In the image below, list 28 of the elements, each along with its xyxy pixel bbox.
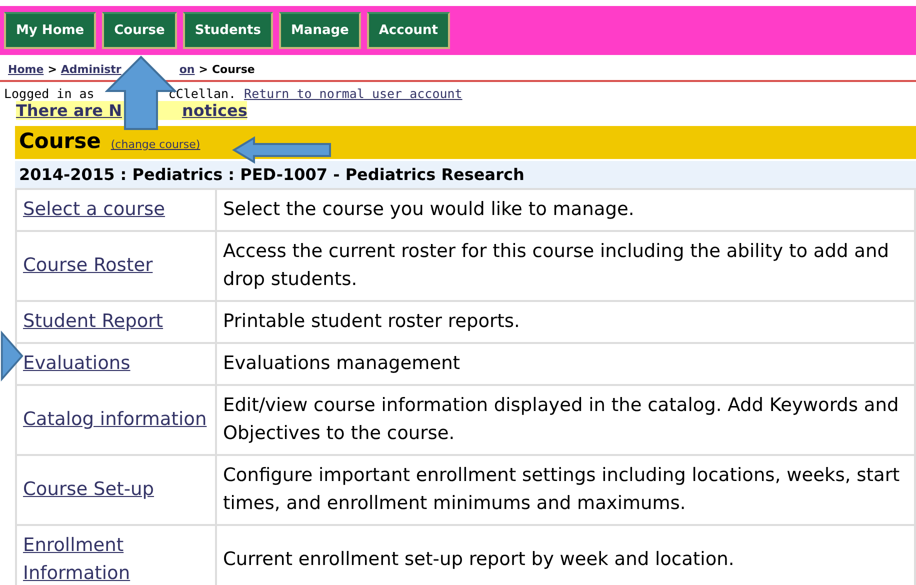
right-arrow-icon — [0, 330, 24, 382]
change-course-link[interactable]: (change course) — [110, 138, 200, 151]
description-text: Configure important enrollment settings including locations, weeks, start times, and enrollment minimums and maximums. — [223, 465, 900, 514]
nav-tab[interactable]: Course — [102, 12, 177, 49]
description-text: Printable student roster reports. — [223, 311, 520, 332]
description-text: Edit/view course information displayed in the catalog. Add Keywords and Objectives to the course. — [223, 395, 899, 444]
breadcrumb-link[interactable]: Home — [8, 63, 44, 76]
login-name: cClellan. — [168, 86, 236, 101]
course-title: Course — [19, 129, 101, 153]
nav-tab[interactable]: Manage — [279, 12, 361, 49]
nav-tab[interactable]: Account — [366, 12, 450, 49]
description-text: Select the course you would like to manage. — [223, 199, 634, 220]
breadcrumb-current: Course — [212, 63, 255, 76]
left-arrow-icon — [232, 136, 332, 164]
return-link[interactable]: Return to normal user account — [244, 86, 462, 101]
description-text: Evaluations management — [223, 353, 460, 374]
breadcrumb-link[interactable]: Administr — [60, 63, 122, 76]
nav-tab[interactable]: Students — [182, 12, 273, 49]
notices-link[interactable]: There are N — [16, 101, 122, 120]
breadcrumb-separator: > — [198, 63, 208, 76]
login-text: Logged in as — [4, 86, 94, 101]
breadcrumb-separator: > — [48, 63, 57, 76]
description-text: Current enrollment set-up report by week and location. — [223, 549, 734, 570]
course-subtitle: 2014-2015 : Pediatrics : PED-1007 - Pediatrics Research — [15, 161, 916, 188]
description-text: Access the current roster for this course including the ability to add and drop students. — [223, 241, 889, 290]
breadcrumb-link[interactable]: on — [179, 63, 195, 76]
nav-tab[interactable]: My Home — [4, 12, 96, 49]
notices-link[interactable]: notices — [182, 101, 248, 120]
